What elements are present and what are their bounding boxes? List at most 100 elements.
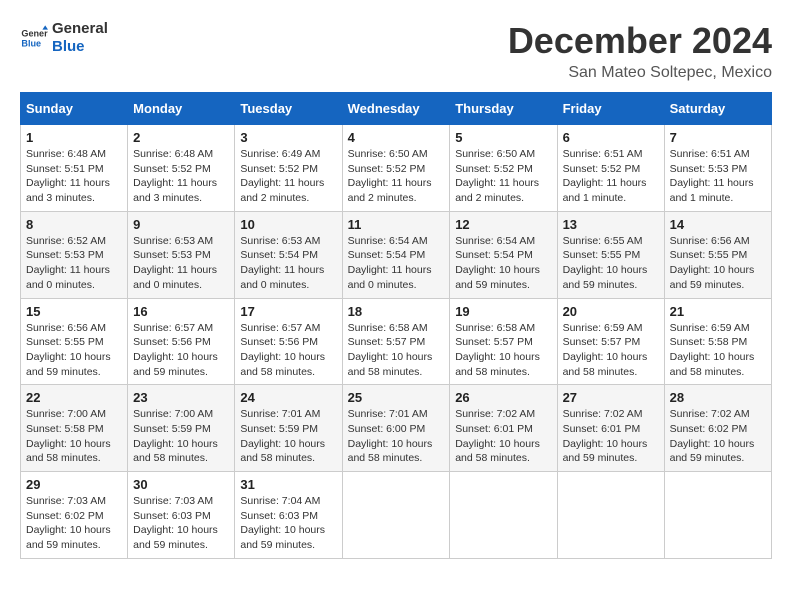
day-detail: Sunrise: 6:48 AMSunset: 5:52 PMDaylight:… <box>133 147 229 206</box>
day-number: 31 <box>240 477 336 492</box>
day-number: 20 <box>563 304 659 319</box>
day-number: 21 <box>670 304 766 319</box>
day-number: 30 <box>133 477 229 492</box>
day-detail: Sunrise: 7:04 AMSunset: 6:03 PMDaylight:… <box>240 494 336 553</box>
day-detail: Sunrise: 7:02 AMSunset: 6:01 PMDaylight:… <box>455 407 551 466</box>
calendar-cell: 26 Sunrise: 7:02 AMSunset: 6:01 PMDayligh… <box>450 385 557 472</box>
day-number: 1 <box>26 130 122 145</box>
day-number: 8 <box>26 217 122 232</box>
day-number: 23 <box>133 390 229 405</box>
svg-text:Blue: Blue <box>21 38 41 48</box>
calendar-week-row: 8 Sunrise: 6:52 AMSunset: 5:53 PMDaylight… <box>21 211 772 298</box>
day-number: 11 <box>348 217 445 232</box>
calendar-cell: 4 Sunrise: 6:50 AMSunset: 5:52 PMDaylight… <box>342 125 450 212</box>
calendar-cell <box>664 472 771 559</box>
calendar-cell: 15 Sunrise: 6:56 AMSunset: 5:55 PMDayligh… <box>21 298 128 385</box>
day-detail: Sunrise: 6:50 AMSunset: 5:52 PMDaylight:… <box>348 147 445 206</box>
day-detail: Sunrise: 6:53 AMSunset: 5:53 PMDaylight:… <box>133 234 229 293</box>
day-detail: Sunrise: 6:56 AMSunset: 5:55 PMDaylight:… <box>26 321 122 380</box>
day-detail: Sunrise: 7:01 AMSunset: 5:59 PMDaylight:… <box>240 407 336 466</box>
day-number: 24 <box>240 390 336 405</box>
calendar-cell: 21 Sunrise: 6:59 AMSunset: 5:58 PMDayligh… <box>664 298 771 385</box>
day-detail: Sunrise: 7:03 AMSunset: 6:02 PMDaylight:… <box>26 494 122 553</box>
calendar-cell: 31 Sunrise: 7:04 AMSunset: 6:03 PMDayligh… <box>235 472 342 559</box>
calendar-subtitle: San Mateo Soltepec, Mexico <box>508 64 772 82</box>
calendar-cell: 7 Sunrise: 6:51 AMSunset: 5:53 PMDaylight… <box>664 125 771 212</box>
day-detail: Sunrise: 6:55 AMSunset: 5:55 PMDaylight:… <box>563 234 659 293</box>
day-detail: Sunrise: 6:59 AMSunset: 5:57 PMDaylight:… <box>563 321 659 380</box>
day-detail: Sunrise: 6:58 AMSunset: 5:57 PMDaylight:… <box>455 321 551 380</box>
calendar-cell: 11 Sunrise: 6:54 AMSunset: 5:54 PMDayligh… <box>342 211 450 298</box>
calendar-title: December 2024 <box>508 20 772 62</box>
calendar-cell: 25 Sunrise: 7:01 AMSunset: 6:00 PMDayligh… <box>342 385 450 472</box>
day-detail: Sunrise: 7:02 AMSunset: 6:02 PMDaylight:… <box>670 407 766 466</box>
header-wednesday: Wednesday <box>342 93 450 125</box>
calendar-cell: 1 Sunrise: 6:48 AMSunset: 5:51 PMDaylight… <box>21 125 128 212</box>
calendar-table: Sunday Monday Tuesday Wednesday Thursday… <box>20 92 772 559</box>
calendar-cell: 10 Sunrise: 6:53 AMSunset: 5:54 PMDayligh… <box>235 211 342 298</box>
logo: General Blue General Blue <box>20 20 108 56</box>
day-number: 5 <box>455 130 551 145</box>
header-saturday: Saturday <box>664 93 771 125</box>
day-number: 4 <box>348 130 445 145</box>
day-detail: Sunrise: 6:52 AMSunset: 5:53 PMDaylight:… <box>26 234 122 293</box>
day-number: 9 <box>133 217 229 232</box>
day-detail: Sunrise: 7:00 AMSunset: 5:59 PMDaylight:… <box>133 407 229 466</box>
day-number: 15 <box>26 304 122 319</box>
day-number: 10 <box>240 217 336 232</box>
calendar-cell: 5 Sunrise: 6:50 AMSunset: 5:52 PMDaylight… <box>450 125 557 212</box>
day-number: 27 <box>563 390 659 405</box>
calendar-cell: 2 Sunrise: 6:48 AMSunset: 5:52 PMDaylight… <box>128 125 235 212</box>
day-number: 19 <box>455 304 551 319</box>
calendar-cell: 18 Sunrise: 6:58 AMSunset: 5:57 PMDayligh… <box>342 298 450 385</box>
calendar-cell: 30Sunrise: 7:03 AMSunset: 6:03 PMDayligh… <box>128 472 235 559</box>
day-detail: Sunrise: 6:58 AMSunset: 5:57 PMDaylight:… <box>348 321 445 380</box>
day-number: 16 <box>133 304 229 319</box>
day-detail: Sunrise: 6:49 AMSunset: 5:52 PMDaylight:… <box>240 147 336 206</box>
day-number: 2 <box>133 130 229 145</box>
day-detail: Sunrise: 6:48 AMSunset: 5:51 PMDaylight:… <box>26 147 122 206</box>
day-number: 28 <box>670 390 766 405</box>
day-detail: Sunrise: 6:57 AMSunset: 5:56 PMDaylight:… <box>133 321 229 380</box>
calendar-cell: 29 Sunrise: 7:03 AMSunset: 6:02 PMDayligh… <box>21 472 128 559</box>
calendar-cell <box>450 472 557 559</box>
calendar-cell: 14Sunrise: 6:56 AMSunset: 5:55 PMDayligh… <box>664 211 771 298</box>
calendar-week-row: 22Sunrise: 7:00 AMSunset: 5:58 PMDayligh… <box>21 385 772 472</box>
day-detail: Sunrise: 6:54 AMSunset: 5:54 PMDaylight:… <box>455 234 551 293</box>
day-detail: Sunrise: 7:01 AMSunset: 6:00 PMDaylight:… <box>348 407 445 466</box>
day-number: 29 <box>26 477 122 492</box>
day-number: 7 <box>670 130 766 145</box>
day-number: 3 <box>240 130 336 145</box>
calendar-cell: 16 Sunrise: 6:57 AMSunset: 5:56 PMDayligh… <box>128 298 235 385</box>
calendar-cell: 6 Sunrise: 6:51 AMSunset: 5:52 PMDaylight… <box>557 125 664 212</box>
day-number: 6 <box>563 130 659 145</box>
day-detail: Sunrise: 6:51 AMSunset: 5:53 PMDaylight:… <box>670 147 766 206</box>
logo-icon: General Blue <box>20 24 48 52</box>
logo-text-line2: Blue <box>52 38 108 56</box>
day-detail: Sunrise: 6:59 AMSunset: 5:58 PMDaylight:… <box>670 321 766 380</box>
calendar-cell: 28 Sunrise: 7:02 AMSunset: 6:02 PMDayligh… <box>664 385 771 472</box>
day-number: 12 <box>455 217 551 232</box>
day-detail: Sunrise: 6:57 AMSunset: 5:56 PMDaylight:… <box>240 321 336 380</box>
calendar-cell <box>342 472 450 559</box>
calendar-cell <box>557 472 664 559</box>
calendar-cell: 9 Sunrise: 6:53 AMSunset: 5:53 PMDaylight… <box>128 211 235 298</box>
header-friday: Friday <box>557 93 664 125</box>
day-number: 26 <box>455 390 551 405</box>
calendar-cell: 3 Sunrise: 6:49 AMSunset: 5:52 PMDaylight… <box>235 125 342 212</box>
calendar-cell: 12 Sunrise: 6:54 AMSunset: 5:54 PMDayligh… <box>450 211 557 298</box>
day-number: 25 <box>348 390 445 405</box>
calendar-cell: 23 Sunrise: 7:00 AMSunset: 5:59 PMDayligh… <box>128 385 235 472</box>
calendar-cell: 22Sunrise: 7:00 AMSunset: 5:58 PMDayligh… <box>21 385 128 472</box>
day-detail: Sunrise: 6:53 AMSunset: 5:54 PMDaylight:… <box>240 234 336 293</box>
day-detail: Sunrise: 6:54 AMSunset: 5:54 PMDaylight:… <box>348 234 445 293</box>
day-number: 13 <box>563 217 659 232</box>
calendar-cell: 19 Sunrise: 6:58 AMSunset: 5:57 PMDayligh… <box>450 298 557 385</box>
calendar-cell: 13 Sunrise: 6:55 AMSunset: 5:55 PMDayligh… <box>557 211 664 298</box>
logo-text-line1: General <box>52 20 108 38</box>
day-detail: Sunrise: 6:51 AMSunset: 5:52 PMDaylight:… <box>563 147 659 206</box>
day-number: 18 <box>348 304 445 319</box>
day-detail: Sunrise: 6:50 AMSunset: 5:52 PMDaylight:… <box>455 147 551 206</box>
calendar-cell: 24 Sunrise: 7:01 AMSunset: 5:59 PMDayligh… <box>235 385 342 472</box>
title-section: December 2024 San Mateo Soltepec, Mexico <box>508 20 772 82</box>
